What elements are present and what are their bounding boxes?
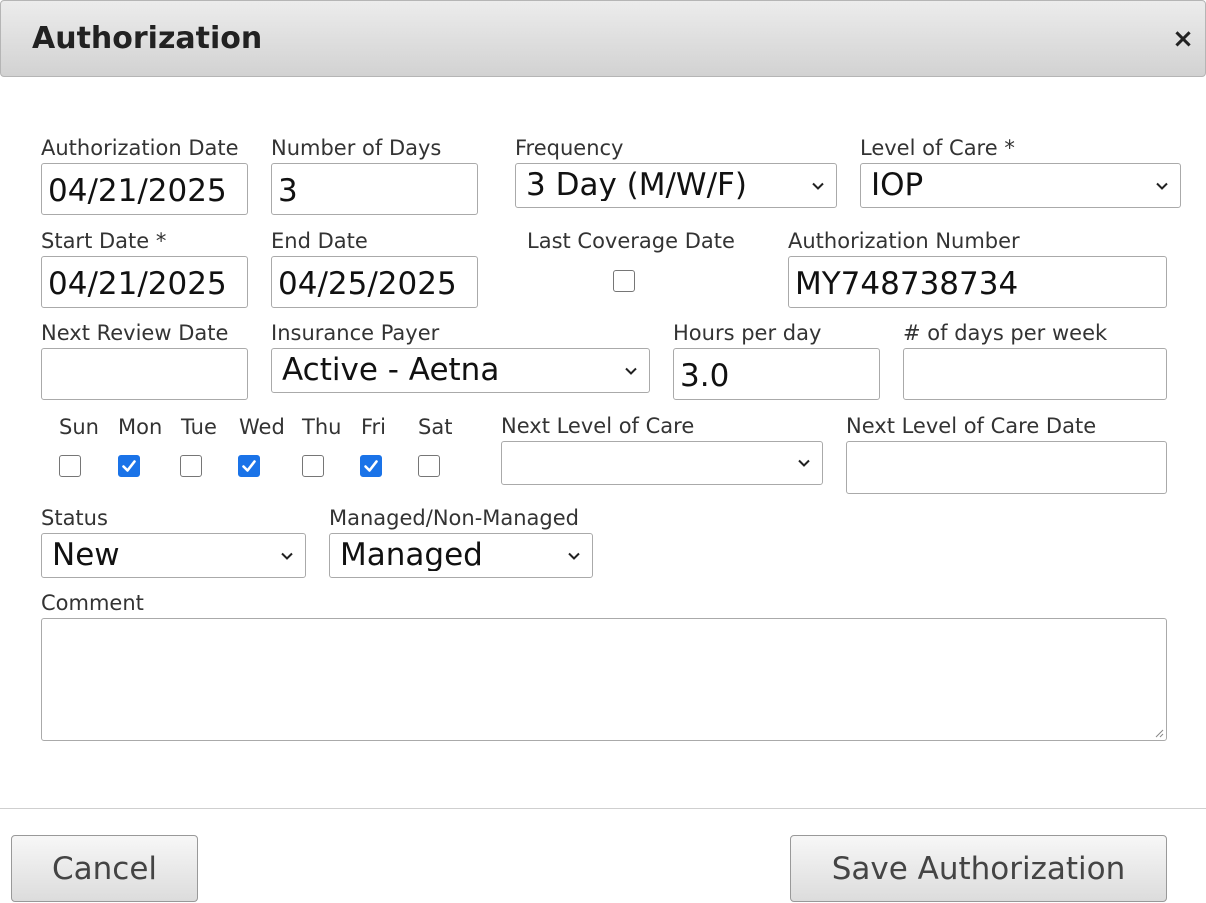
checkmark-icon [122, 460, 136, 472]
day-checkbox-sat[interactable] [418, 455, 440, 477]
day-label-mon: Mon [118, 415, 163, 439]
last-coverage-date-label: Last Coverage Date [527, 229, 735, 253]
level-of-care-value: IOP [871, 170, 924, 201]
next-level-of-care-date-label: Next Level of Care Date [846, 414, 1097, 438]
checkmark-icon [242, 460, 256, 472]
insurance-payer-label: Insurance Payer [271, 321, 440, 345]
day-label-sun: Sun [59, 415, 99, 439]
day-checkbox-wed[interactable] [238, 455, 260, 477]
managed-select[interactable]: Managed [329, 533, 593, 578]
next-review-date-input[interactable] [41, 348, 248, 400]
number-of-days-input[interactable]: 3 [271, 163, 478, 215]
end-date-label: End Date [271, 229, 368, 253]
chevron-down-icon [1156, 182, 1168, 190]
level-of-care-select[interactable]: IOP [860, 163, 1181, 208]
cancel-button[interactable]: Cancel [11, 835, 198, 902]
next-level-of-care-label: Next Level of Care [501, 414, 695, 438]
dialog-title: Authorization [32, 21, 263, 56]
number-of-days-label: Number of Days [271, 136, 442, 160]
footer-divider [0, 808, 1206, 809]
chevron-down-icon [281, 552, 293, 560]
status-select[interactable]: New [41, 533, 306, 578]
managed-label: Managed/Non-Managed [329, 506, 580, 530]
day-label-tue: Tue [181, 415, 217, 439]
status-value: New [52, 540, 120, 571]
day-checkbox-mon[interactable] [118, 455, 140, 477]
insurance-payer-select[interactable]: Active - Aetna [271, 348, 650, 393]
authorization-number-input[interactable]: MY748738734 [788, 256, 1167, 308]
start-date-input[interactable]: 04/21/2025 [41, 256, 248, 308]
next-level-of-care-date-input[interactable] [846, 441, 1167, 494]
status-label: Status [41, 506, 108, 530]
hours-per-day-input[interactable]: 3.0 [673, 348, 880, 400]
frequency-label: Frequency [515, 136, 624, 160]
authorization-date-label: Authorization Date [41, 136, 239, 160]
chevron-down-icon [568, 552, 580, 560]
day-label-fri: Fri [361, 415, 387, 439]
last-coverage-date-checkbox[interactable] [613, 270, 635, 292]
day-checkbox-fri[interactable] [360, 455, 382, 477]
day-label-sat: Sat [418, 415, 453, 439]
hours-per-day-label: Hours per day [673, 321, 822, 345]
chevron-down-icon [798, 459, 810, 467]
dialog-titlebar: Authorization × [0, 0, 1206, 77]
end-date-input[interactable]: 04/25/2025 [271, 256, 478, 308]
authorization-date-input[interactable]: 04/21/2025 [41, 163, 248, 215]
authorization-dialog: Authorization × Authorization Date 04/21… [0, 0, 1206, 903]
next-level-of-care-select[interactable] [501, 441, 823, 485]
day-checkbox-tue[interactable] [180, 455, 202, 477]
resize-grip-icon [1155, 729, 1164, 738]
start-date-label: Start Date * [41, 229, 167, 253]
comment-label: Comment [41, 591, 144, 615]
day-checkbox-sun[interactable] [59, 455, 81, 477]
day-label-thu: Thu [302, 415, 342, 439]
save-authorization-button[interactable]: Save Authorization [790, 835, 1167, 902]
level-of-care-label: Level of Care * [860, 136, 1015, 160]
close-icon[interactable]: × [1171, 25, 1195, 53]
days-per-week-input[interactable] [903, 348, 1167, 400]
checkmark-icon [364, 460, 378, 472]
frequency-value: 3 Day (M/W/F) [526, 170, 747, 201]
comment-textarea[interactable] [41, 618, 1167, 741]
chevron-down-icon [625, 367, 637, 375]
managed-value: Managed [340, 540, 483, 571]
authorization-number-label: Authorization Number [788, 229, 1020, 253]
day-checkbox-thu[interactable] [302, 455, 324, 477]
frequency-select[interactable]: 3 Day (M/W/F) [515, 163, 837, 208]
chevron-down-icon [812, 182, 824, 190]
insurance-payer-value: Active - Aetna [282, 355, 500, 386]
day-label-wed: Wed [239, 415, 285, 439]
next-review-date-label: Next Review Date [41, 321, 229, 345]
days-per-week-label: # of days per week [903, 321, 1108, 345]
